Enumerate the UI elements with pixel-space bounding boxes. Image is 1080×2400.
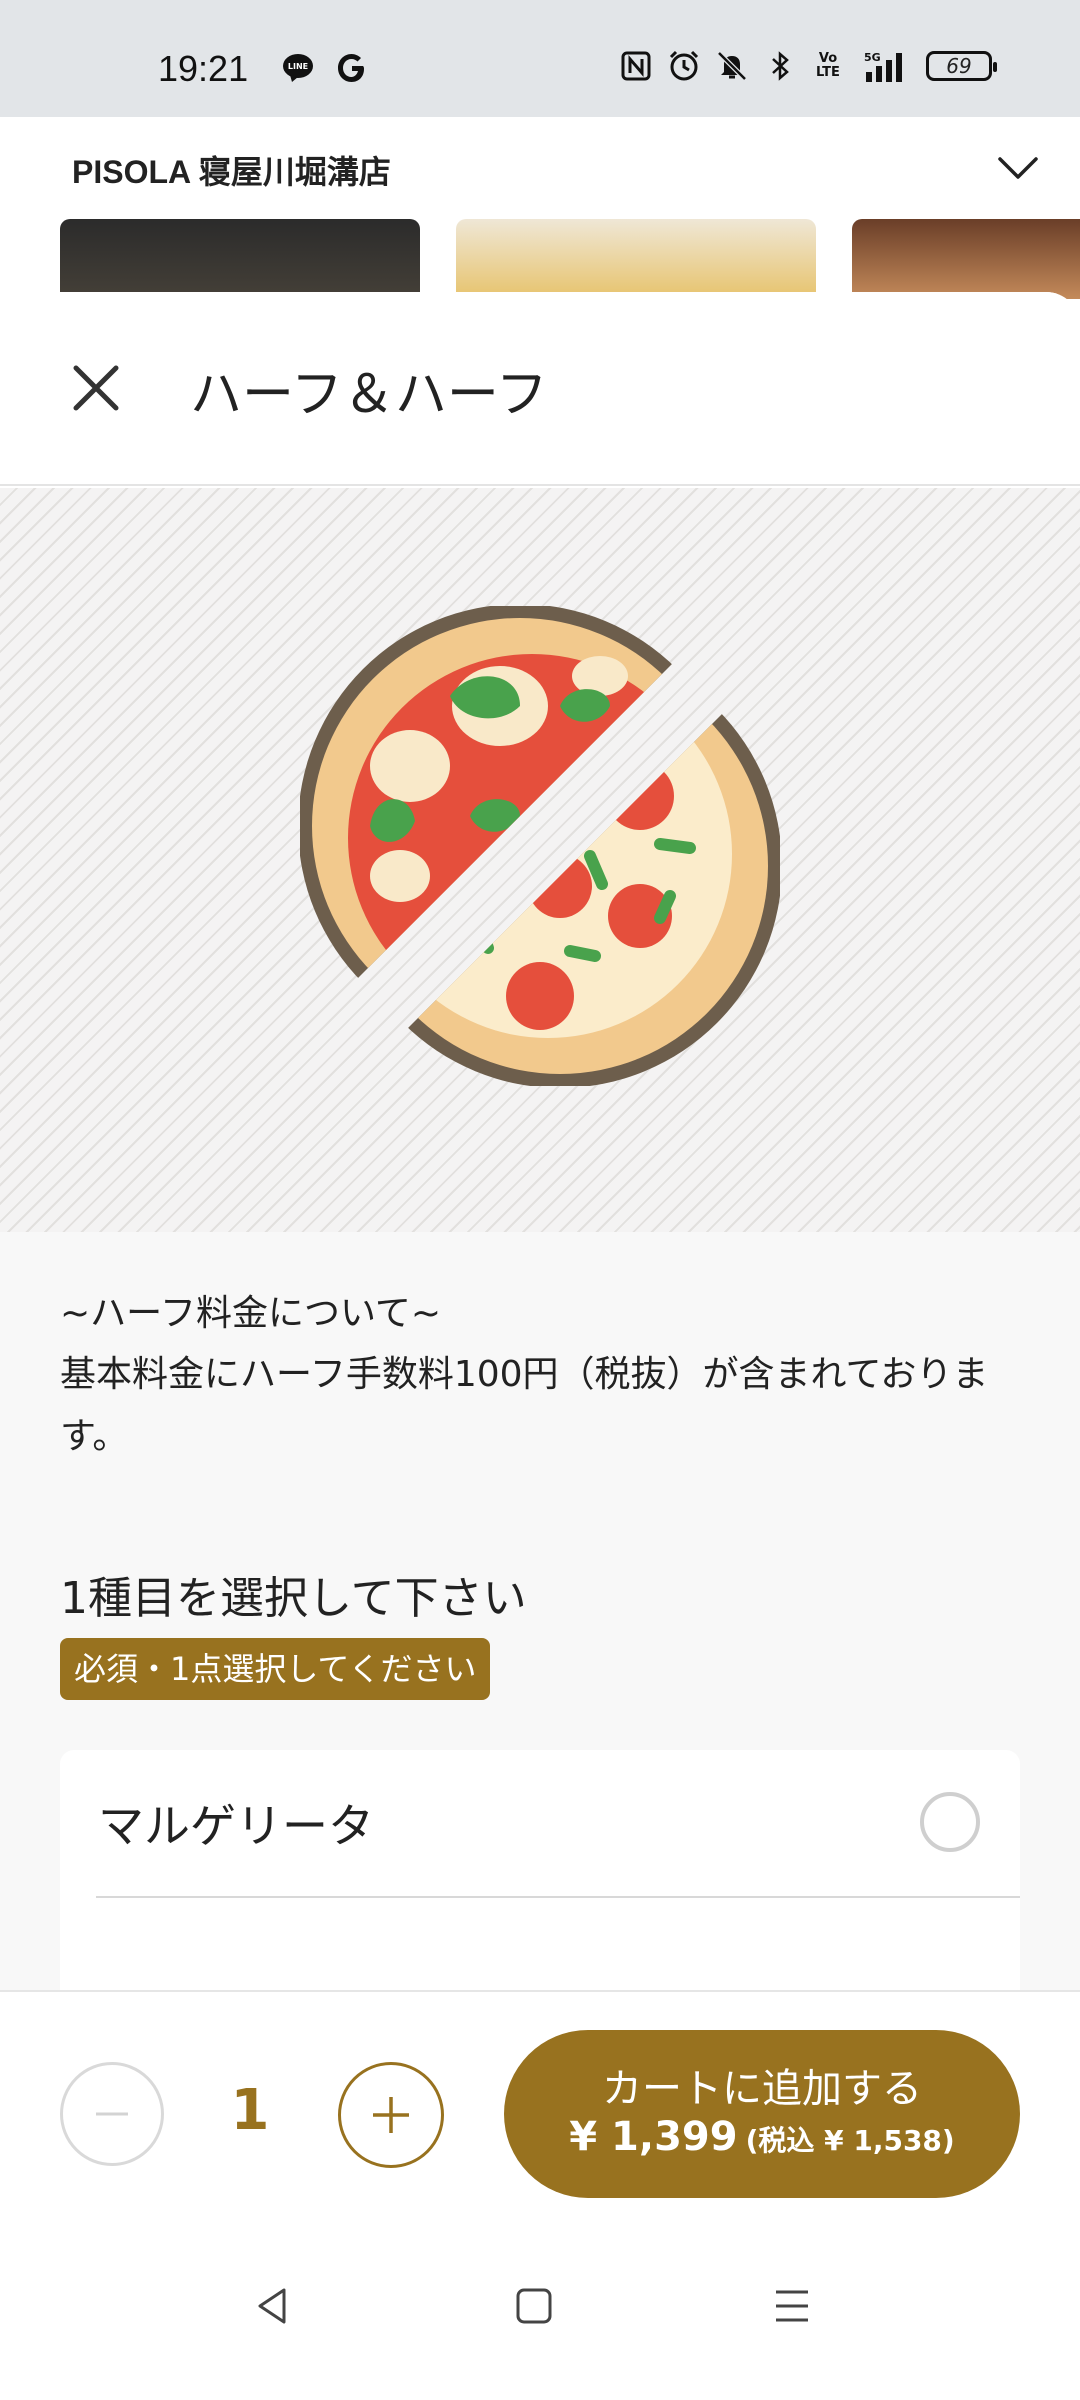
option-radio[interactable]	[920, 1792, 980, 1852]
menu-thumbnail-image	[60, 219, 420, 299]
bluetooth-icon	[764, 50, 796, 82]
5g-signal-icon: 5G	[860, 50, 910, 82]
cart-action-bar: 1 カートに追加する ¥ 1,399 (税込 ¥ 1,538)	[0, 1990, 1080, 2216]
price-value: ¥ 1,399	[569, 2114, 738, 2160]
required-badge: 必須・1点選択してください	[60, 1638, 491, 1700]
store-name: PISOLA 寝屋川堀溝店	[72, 154, 391, 190]
back-icon	[258, 2288, 286, 2324]
sheet-content: ~ハーフ料金について~ 基本料金にハーフ手数料100円（税抜）が含まれております…	[0, 1232, 1080, 1992]
price-row: ¥ 1,399 (税込 ¥ 1,538)	[504, 2114, 1020, 2160]
add-to-cart-label: カートに追加する	[602, 2066, 922, 2112]
volte-icon: Vo LTE	[816, 51, 840, 80]
quantity-increase-button[interactable]	[338, 2062, 444, 2168]
menu-thumbnail-image	[852, 219, 1080, 299]
status-time: 19:21	[158, 48, 249, 89]
store-header[interactable]: PISOLA 寝屋川堀溝店	[0, 117, 1080, 219]
notice-body: 基本料金にハーフ手数料100円（税抜）が含まれております。	[60, 1354, 989, 1457]
home-icon	[516, 2288, 552, 2324]
close-button[interactable]	[60, 352, 132, 424]
quantity-decrease-button[interactable]	[60, 2062, 164, 2166]
add-to-cart-button[interactable]: カートに追加する ¥ 1,399 (税込 ¥ 1,538)	[504, 2030, 1020, 2198]
sheet-title: ハーフ＆ハーフ	[190, 365, 548, 425]
option-section-title: 1種目を選択して下さい	[60, 1573, 527, 1624]
mute-icon	[716, 50, 748, 82]
google-icon	[336, 52, 368, 84]
product-detail-sheet: ハーフ＆ハーフ ~ハーフ料金について~ 基本料金にハーフ手数料100円（税抜）が…	[0, 292, 1080, 1992]
half-and-half-pizza-icon	[300, 606, 780, 1086]
notice-title: ~ハーフ料金について~	[60, 1293, 442, 1334]
option-list: マルゲリータ	[60, 1750, 1020, 1992]
battery-indicator: 69	[926, 51, 997, 81]
sheet-header: ハーフ＆ハーフ	[0, 292, 1080, 486]
option-label: マルゲリータ	[98, 1799, 374, 1853]
nfc-icon	[620, 50, 652, 82]
alarm-icon	[668, 50, 700, 82]
menu-thumbnail-image	[456, 219, 816, 299]
menu-thumbnails	[0, 219, 1080, 299]
chevron-down-icon[interactable]	[994, 143, 1042, 191]
menu-icon	[776, 2290, 808, 2322]
status-left-icons: LINE	[282, 52, 368, 84]
option-divider	[96, 1896, 1020, 1898]
status-right-icons: Vo LTE 5G 69	[620, 50, 997, 82]
home-nav-button[interactable]	[504, 2276, 564, 2336]
quantity-value: 1	[230, 2078, 270, 2143]
svg-text:LINE: LINE	[288, 62, 308, 71]
price-tax-value: (税込 ¥ 1,538)	[745, 2124, 955, 2157]
recents-nav-button[interactable]	[762, 2276, 822, 2336]
plus-icon	[373, 2097, 409, 2133]
line-icon: LINE	[282, 52, 314, 84]
product-image	[0, 488, 1080, 1232]
system-nav-bar	[0, 2216, 1080, 2400]
svg-text:5G: 5G	[864, 51, 881, 64]
minus-icon	[96, 2112, 128, 2116]
close-icon	[73, 365, 119, 411]
status-bar: 19:21 LINE Vo LTE 5G 69	[0, 0, 1080, 117]
back-nav-button[interactable]	[244, 2276, 304, 2336]
